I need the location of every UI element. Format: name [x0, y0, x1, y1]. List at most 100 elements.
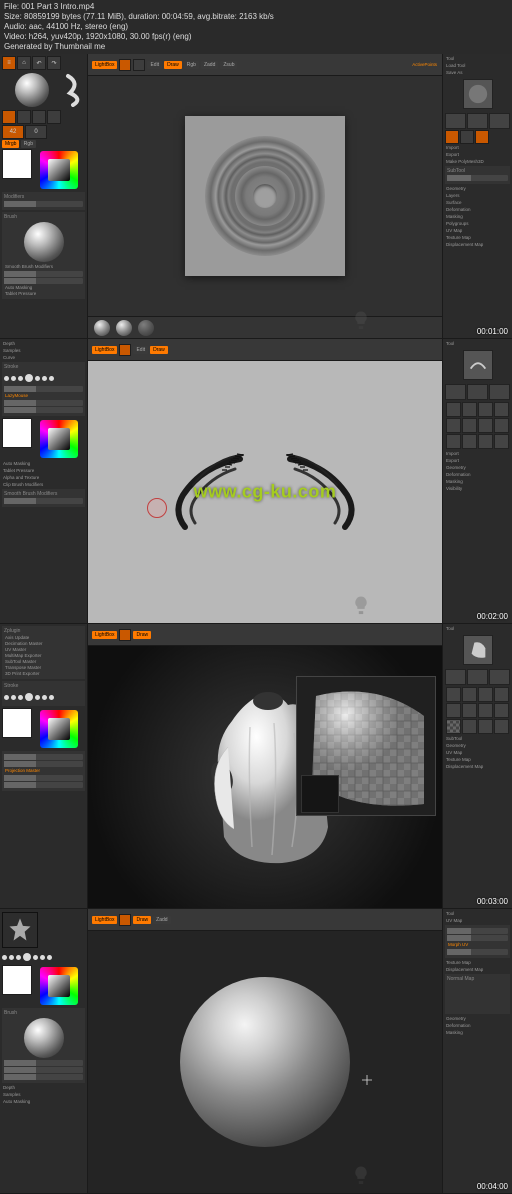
color-picker[interactable]: [40, 420, 78, 458]
tool-thumbnail[interactable]: [463, 635, 493, 665]
zsub-button[interactable]: Zsub: [220, 61, 237, 69]
lightbox-button[interactable]: LightBox: [92, 61, 117, 69]
geometry-button[interactable]: Geometry: [445, 186, 510, 192]
quick-tool-3[interactable]: [489, 113, 510, 129]
move-mode-icon[interactable]: [17, 110, 31, 124]
deformation-button[interactable]: Deformation: [445, 1023, 510, 1029]
deformation-button[interactable]: Deformation: [445, 472, 510, 478]
library-item[interactable]: [462, 402, 477, 417]
masking-button[interactable]: Masking: [445, 1030, 510, 1036]
texturemap-button[interactable]: Texture Map: [445, 235, 510, 241]
library-item-checker[interactable]: [446, 719, 461, 734]
toolbar-icon-1[interactable]: [119, 59, 131, 71]
brush-slider-2[interactable]: [4, 278, 83, 284]
import-button[interactable]: Import: [445, 145, 510, 151]
shelf-sphere-2[interactable]: [116, 320, 132, 336]
focal-shift-icon[interactable]: 0: [25, 125, 47, 139]
alpha-thumbnail[interactable]: [2, 912, 38, 948]
stroke-slider[interactable]: [4, 386, 83, 392]
library-item[interactable]: [478, 434, 493, 449]
quick-3[interactable]: [489, 669, 510, 685]
lightbox-button[interactable]: LightBox: [92, 631, 117, 639]
library-item[interactable]: [462, 687, 477, 702]
color-picker[interactable]: [40, 710, 78, 748]
material-sphere-preview[interactable]: [15, 73, 49, 107]
uv-slider-2[interactable]: [447, 935, 508, 941]
subtool-header[interactable]: SubTool: [447, 168, 508, 174]
lazy-mouse-label[interactable]: LazyMouse: [4, 393, 83, 399]
surface-button[interactable]: Surface: [445, 200, 510, 206]
edit-button[interactable]: Edit: [147, 61, 162, 69]
shelf-sphere-3[interactable]: [138, 320, 154, 336]
library-item[interactable]: [494, 434, 509, 449]
geometry-button[interactable]: Geometry: [445, 465, 510, 471]
displacement-button[interactable]: Displacement Map: [445, 764, 510, 770]
brush-size-icon[interactable]: 42: [2, 125, 24, 139]
stroke-preview[interactable]: [2, 950, 85, 964]
quick-1[interactable]: [445, 669, 466, 685]
library-item[interactable]: [446, 687, 461, 702]
current-color-swatch[interactable]: [2, 149, 32, 179]
library-item[interactable]: [462, 434, 477, 449]
edit-button[interactable]: Edit: [133, 346, 148, 354]
uvmap-button[interactable]: UV Map: [445, 228, 510, 234]
draw-button[interactable]: Draw: [133, 631, 151, 639]
draw-button[interactable]: Draw: [133, 916, 151, 924]
stroke-preview[interactable]: [4, 371, 83, 385]
edit-toggle-icon[interactable]: [445, 130, 459, 144]
brush-slider-1[interactable]: [4, 271, 83, 277]
brush-slider-1[interactable]: [4, 1060, 83, 1066]
viewport[interactable]: [88, 76, 442, 316]
uv-slider-3[interactable]: [447, 949, 508, 955]
viewport[interactable]: [88, 646, 442, 908]
visibility-button[interactable]: Visibility: [445, 486, 510, 492]
library-item[interactable]: [478, 703, 493, 718]
subtool-button[interactable]: SubTool: [445, 736, 510, 742]
library-item[interactable]: [462, 418, 477, 433]
slider-d[interactable]: [4, 782, 83, 788]
masking-button[interactable]: Masking: [445, 214, 510, 220]
draw-button[interactable]: Draw: [150, 346, 168, 354]
deformation-button[interactable]: Deformation: [445, 207, 510, 213]
persp-icon[interactable]: [475, 130, 489, 144]
slider-a[interactable]: [4, 754, 83, 760]
toolbar-icon-1[interactable]: [119, 629, 131, 641]
lazy-slider-2[interactable]: [4, 407, 83, 413]
spotlight-thumbnail[interactable]: [301, 775, 339, 813]
menu-icon[interactable]: ≡: [2, 56, 16, 70]
zadd-button[interactable]: Zadd: [201, 61, 218, 69]
color-picker[interactable]: [40, 967, 78, 1005]
rgb-button-top[interactable]: Rgb: [184, 61, 199, 69]
uvmap-button[interactable]: UV Map: [445, 750, 510, 756]
current-color-swatch[interactable]: [2, 965, 32, 995]
smooth-slider[interactable]: [4, 498, 83, 504]
lightbox-button[interactable]: LightBox: [92, 346, 117, 354]
uvmap-button[interactable]: UV Map: [445, 918, 510, 924]
library-item[interactable]: [494, 703, 509, 718]
toolbar-icon-2[interactable]: [133, 59, 145, 71]
masking-button[interactable]: Masking: [445, 479, 510, 485]
tool-thumbnail[interactable]: [463, 79, 493, 109]
undo-icon[interactable]: ↶: [32, 56, 46, 70]
quick-2[interactable]: [467, 384, 488, 400]
zadd-button[interactable]: Zadd: [153, 916, 170, 924]
library-item[interactable]: [446, 402, 461, 417]
subtool-list-slider[interactable]: [447, 175, 508, 181]
texturemap-button[interactable]: Texture Map: [445, 960, 510, 966]
library-item[interactable]: [494, 687, 509, 702]
morph-uv-label[interactable]: Morph UV: [447, 942, 508, 948]
displacement-button[interactable]: Displacement Map: [445, 242, 510, 248]
polymesh-button[interactable]: Make PolyMesh3D: [445, 159, 510, 165]
slider-c[interactable]: [4, 775, 83, 781]
geometry-button[interactable]: Geometry: [445, 1016, 510, 1022]
library-item[interactable]: [494, 418, 509, 433]
color-picker[interactable]: [40, 151, 78, 189]
library-item[interactable]: [446, 703, 461, 718]
toolbar-icon-1[interactable]: [119, 344, 131, 356]
texturemap-button[interactable]: Texture Map: [445, 757, 510, 763]
library-item[interactable]: [462, 719, 477, 734]
quick-tool-1[interactable]: [445, 113, 466, 129]
home-icon[interactable]: ⌂: [17, 56, 31, 70]
rgb-button[interactable]: Rgb: [21, 140, 36, 148]
draw-mode-icon[interactable]: [2, 110, 16, 124]
